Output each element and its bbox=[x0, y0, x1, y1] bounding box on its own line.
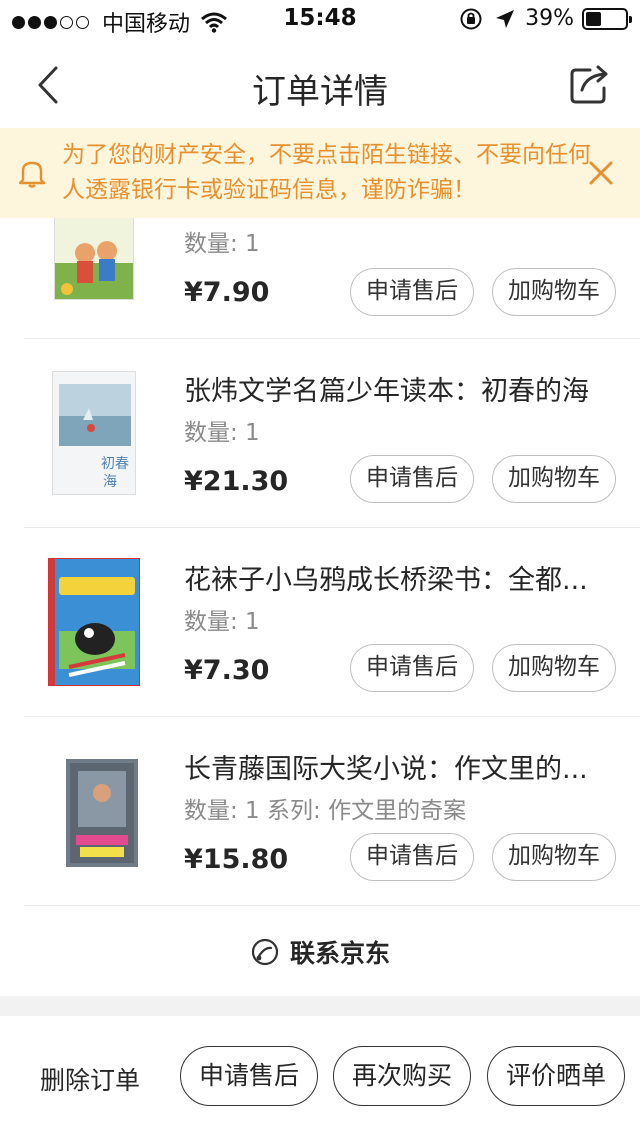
product-item[interactable]: 长青藤国际大奖小说：作文里的... 数量: 1 系列: 作文里的奇案 ¥15.8… bbox=[0, 717, 640, 906]
product-title[interactable]: 张炜文学名篇少年读本：初春的海 bbox=[184, 369, 614, 408]
buy-again-button[interactable]: 再次购买 bbox=[333, 1046, 471, 1106]
apply-after-sale-button[interactable]: 申请售后 bbox=[350, 644, 474, 692]
product-title[interactable]: 花袜子小乌鸦成长桥梁书：全都... bbox=[184, 558, 614, 597]
battery-icon bbox=[582, 7, 632, 30]
add-to-cart-button[interactable]: 加购物车 bbox=[492, 644, 616, 692]
location-arrow-icon bbox=[496, 9, 515, 28]
product-quantity: 数量: 1 bbox=[184, 609, 260, 635]
apply-after-sale-button[interactable]: 申请售后 bbox=[350, 833, 474, 881]
customer-service-icon bbox=[251, 938, 279, 966]
orientation-lock-icon bbox=[460, 8, 482, 29]
security-notice-banner: 为了您的财产安全，不要点击陌生链接、不要向任何人透露银行卡或验证码信息，谨防诈骗… bbox=[0, 128, 640, 218]
contact-jd-label: 联系京东 bbox=[289, 939, 390, 968]
svg-text:初春: 初春 bbox=[101, 455, 129, 472]
add-to-cart-button[interactable]: 加购物车 bbox=[492, 833, 616, 881]
product-price: ¥15.80 bbox=[184, 844, 289, 875]
apply-after-sale-button[interactable]: 申请售后 bbox=[350, 268, 474, 316]
book-cover-image bbox=[66, 759, 138, 867]
product-quantity: 数量: 1 系列: 作文里的奇案 bbox=[184, 798, 467, 824]
product-item[interactable]: 数量: 1 ¥7.90 申请售后 加购物车 bbox=[0, 218, 640, 339]
navigation-bar: 订单详情 bbox=[0, 40, 640, 128]
product-list: 数量: 1 ¥7.90 申请售后 加购物车 初春 海 张炜文学名篇少年读本：初春… bbox=[0, 218, 640, 906]
product-price: ¥21.30 bbox=[184, 466, 289, 497]
section-separator bbox=[0, 996, 640, 1016]
add-to-cart-button[interactable]: 加购物车 bbox=[492, 268, 616, 316]
page-title: 订单详情 bbox=[252, 72, 388, 112]
battery-percentage: 39% bbox=[525, 6, 574, 31]
product-quantity: 数量: 1 bbox=[184, 420, 260, 446]
apply-after-sale-button[interactable]: 申请售后 bbox=[180, 1046, 318, 1106]
product-price: ¥7.30 bbox=[184, 655, 270, 686]
bell-icon bbox=[18, 161, 46, 188]
close-icon[interactable] bbox=[588, 160, 614, 186]
share-icon[interactable] bbox=[566, 60, 614, 108]
status-bar: 中国移动 15:48 39% bbox=[0, 0, 640, 40]
security-notice-text: 为了您的财产安全，不要点击陌生链接、不要向任何人透露银行卡或验证码信息，谨防诈骗… bbox=[62, 142, 591, 203]
svg-text:海: 海 bbox=[103, 474, 117, 490]
add-to-cart-button[interactable]: 加购物车 bbox=[492, 455, 616, 503]
review-order-button[interactable]: 评价晒单 bbox=[487, 1046, 625, 1106]
product-quantity: 数量: 1 bbox=[184, 231, 260, 257]
book-cover-image: 初春 海 bbox=[52, 371, 136, 495]
bottom-action-bar: 删除订单 申请售后 再次购买 评价晒单 bbox=[0, 1016, 640, 1136]
contact-jd-button[interactable]: 联系京东 bbox=[0, 906, 640, 996]
product-title[interactable]: 长青藤国际大奖小说：作文里的... bbox=[184, 747, 614, 786]
delete-order-button[interactable]: 删除订单 bbox=[40, 1061, 140, 1097]
apply-after-sale-button[interactable]: 申请售后 bbox=[350, 455, 474, 503]
product-item[interactable]: 花袜子小乌鸦成长桥梁书：全都... 数量: 1 ¥7.30 申请售后 加购物车 bbox=[0, 528, 640, 717]
product-price: ¥7.90 bbox=[184, 277, 270, 308]
book-cover-image bbox=[48, 558, 140, 686]
product-item[interactable]: 初春 海 张炜文学名篇少年读本：初春的海 数量: 1 ¥21.30 申请售后 加… bbox=[0, 339, 640, 528]
book-cover-image bbox=[54, 218, 134, 300]
